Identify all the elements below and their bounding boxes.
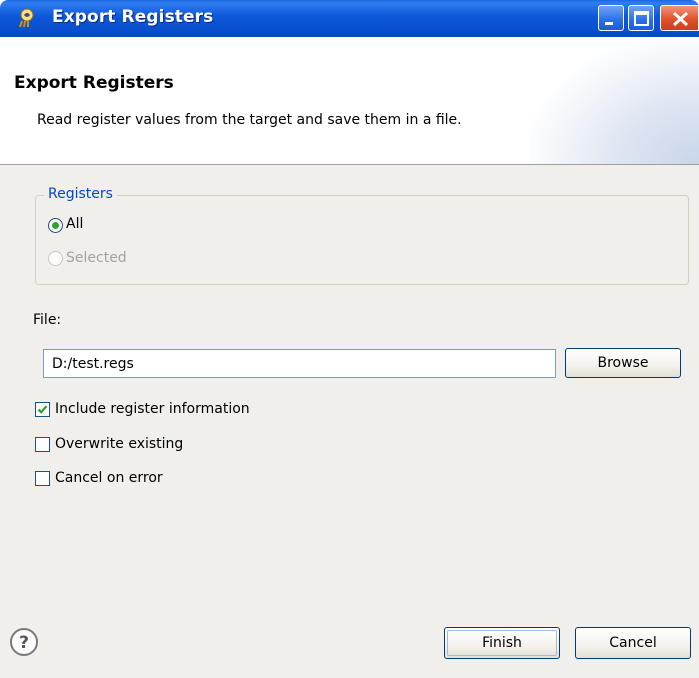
include-register-info-label[interactable]: Include register information <box>55 401 250 417</box>
overwrite-existing-label[interactable]: Overwrite existing <box>55 436 183 452</box>
radio-all[interactable] <box>48 218 63 233</box>
help-icon[interactable]: ? <box>9 627 39 657</box>
page-description: Read register values from the target and… <box>37 112 462 128</box>
radio-selected-label: Selected <box>66 250 127 266</box>
overwrite-existing-checkbox[interactable] <box>35 437 50 452</box>
browse-button[interactable]: Browse <box>565 348 681 378</box>
cancel-button[interactable]: Cancel <box>575 627 691 659</box>
registers-group <box>35 195 689 285</box>
banner-decoration <box>530 37 699 164</box>
close-button[interactable] <box>660 5 699 31</box>
checkmark-icon <box>37 405 48 414</box>
cancel-on-error-label[interactable]: Cancel on error <box>55 470 163 486</box>
svg-text:?: ? <box>19 633 29 653</box>
file-path-input[interactable] <box>43 349 556 378</box>
maximize-button[interactable] <box>628 5 654 31</box>
cancel-on-error-checkbox[interactable] <box>35 471 50 486</box>
window-title: Export Registers <box>52 7 214 27</box>
export-registers-dialog: Export Registers Export Registers Read r… <box>0 0 699 678</box>
minimize-button[interactable] <box>598 5 624 31</box>
title-bar[interactable]: Export Registers <box>0 0 699 37</box>
radio-all-label[interactable]: All <box>66 216 83 232</box>
radio-selected <box>48 251 63 266</box>
file-label: File: <box>33 312 62 328</box>
include-register-info-checkbox[interactable] <box>35 402 50 417</box>
registers-group-legend: Registers <box>44 186 117 202</box>
finish-focus-ring <box>447 630 557 656</box>
app-icon <box>18 7 40 29</box>
page-title: Export Registers <box>14 73 174 93</box>
